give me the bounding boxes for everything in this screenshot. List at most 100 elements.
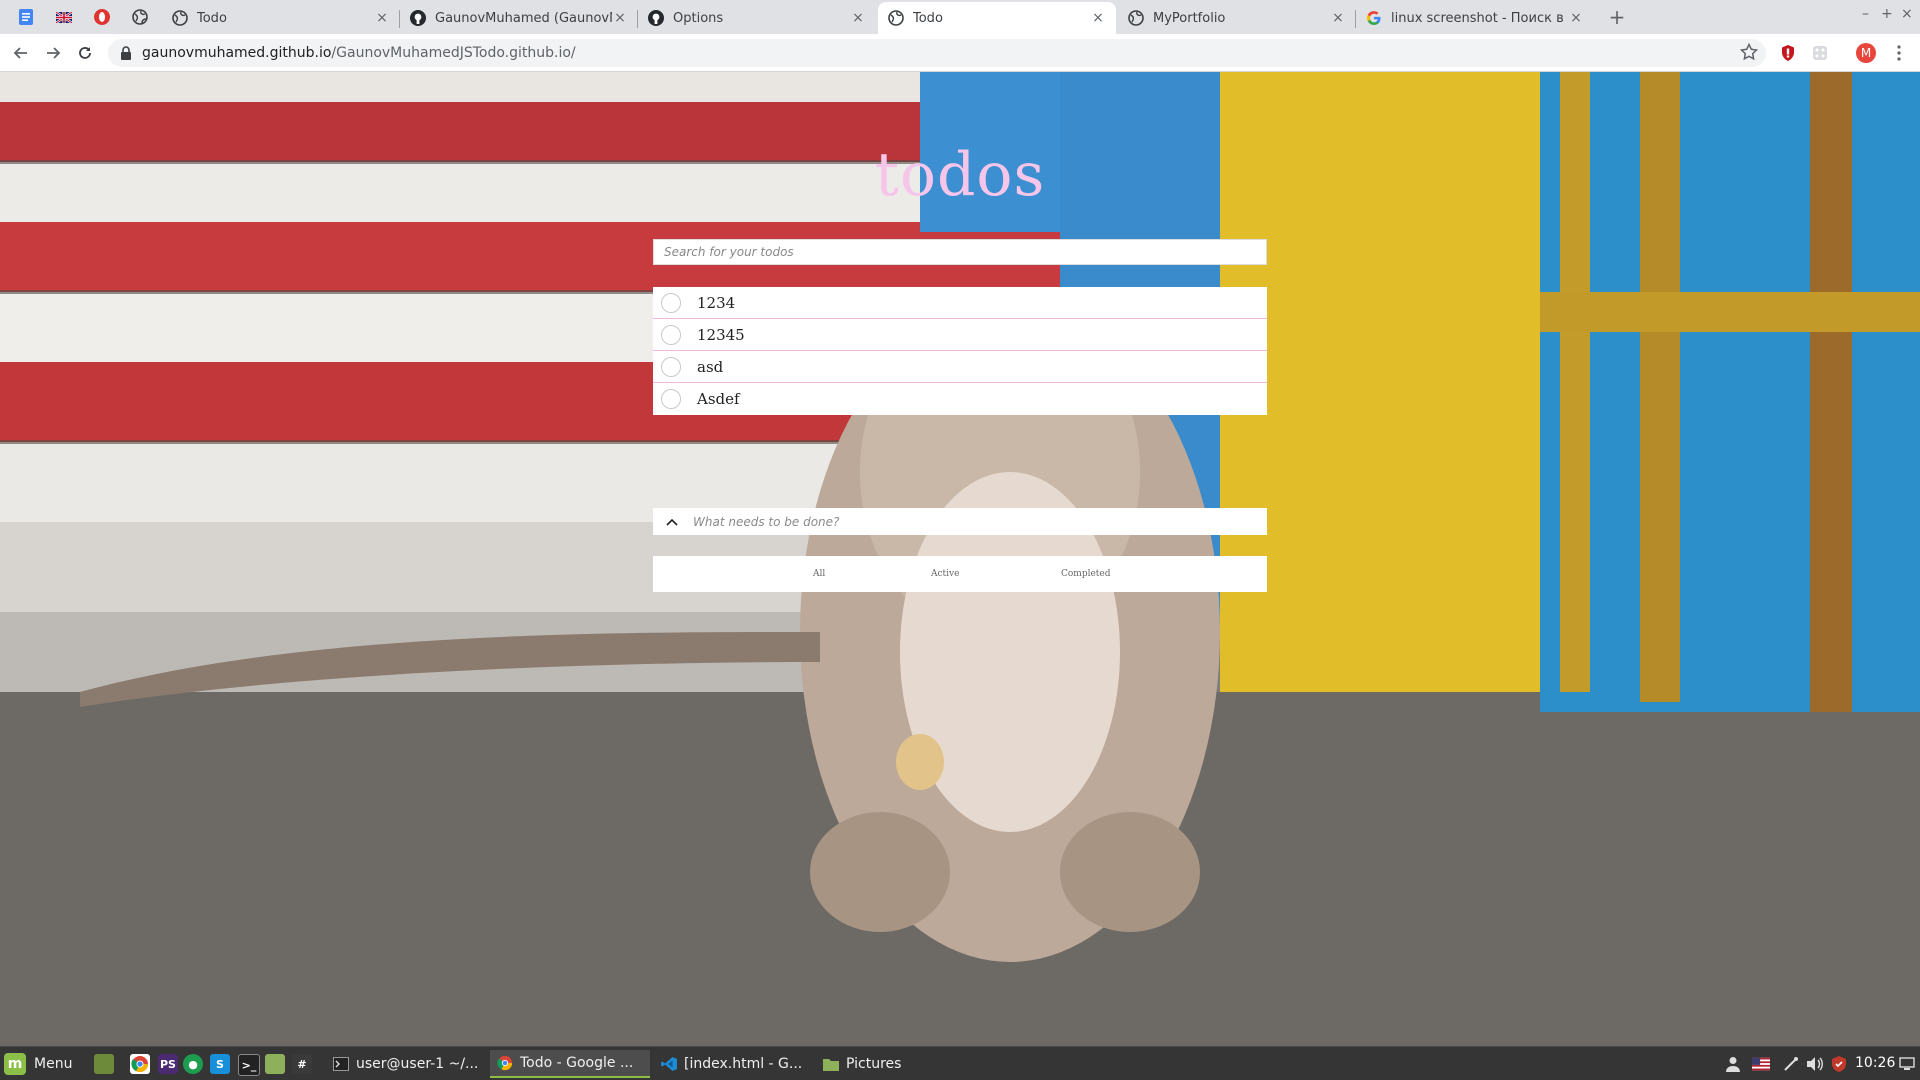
tab-todo-active[interactable]: Todo × [878, 2, 1116, 34]
menu-label: Menu [34, 1056, 73, 1072]
minimize-button[interactable]: – [1862, 6, 1869, 22]
todo-label[interactable]: asd [697, 358, 723, 376]
todo-item: 12345 [653, 319, 1267, 351]
close-tab-icon[interactable]: × [1090, 10, 1106, 26]
globe-icon [172, 10, 188, 26]
show-desktop-icon[interactable] [94, 1054, 114, 1074]
filter-bar: All Active Completed [653, 556, 1267, 592]
taskbar-window-title: Pictures [846, 1056, 902, 1072]
todo-label[interactable]: Asdef [697, 390, 740, 408]
user-icon[interactable] [1724, 1055, 1742, 1073]
new-tab-button[interactable]: + [1604, 4, 1630, 30]
us-flag-icon[interactable] [1752, 1055, 1770, 1073]
opera-icon [94, 9, 110, 25]
tab-title: MyPortfolio [1153, 10, 1226, 26]
phpstorm-icon[interactable]: PS [158, 1054, 178, 1074]
chrome-menu-button[interactable] [1888, 42, 1910, 64]
taskbar: m Menu PS ● S >_ # user@user-1 ~/... Tod… [0, 1046, 1920, 1080]
filter-completed[interactable]: Completed [1061, 569, 1111, 579]
taskbar-window-terminal[interactable]: user@user-1 ~/... [326, 1050, 486, 1078]
forward-button[interactable] [42, 42, 64, 64]
files-icon[interactable] [265, 1054, 285, 1074]
mint-logo-icon: m [4, 1053, 26, 1075]
bookmark-star-button[interactable] [1739, 42, 1759, 65]
close-tab-icon[interactable]: × [612, 10, 628, 26]
clock: 10:26 [1855, 1055, 1896, 1071]
close-tab-icon[interactable]: × [1568, 10, 1584, 26]
network-icon[interactable] [1782, 1055, 1800, 1073]
screen: Todo × GaunovMuhamed (GaunovMuh × Option… [0, 0, 1920, 1080]
shield-icon [1782, 45, 1794, 61]
slack-icon[interactable]: # [292, 1054, 312, 1074]
close-window-button[interactable]: × [1901, 6, 1913, 22]
filter-active[interactable]: Active [931, 569, 959, 579]
chrome-icon [496, 1054, 514, 1072]
show-desktop-icon[interactable] [1898, 1055, 1916, 1073]
todo-checkbox[interactable] [661, 389, 681, 409]
chevron-up-icon [666, 518, 678, 526]
close-tab-icon[interactable]: × [374, 10, 390, 26]
todo-list: 1234 12345 asd Asdef [653, 287, 1267, 415]
volume-icon[interactable] [1806, 1055, 1824, 1073]
taskbar-window-pictures[interactable]: Pictures [816, 1050, 946, 1078]
tab-myportfolio[interactable]: MyPortfolio × [1118, 2, 1356, 34]
close-tab-icon[interactable]: × [1330, 10, 1346, 26]
address-bar[interactable]: gaunovmuhamed.github.io/GaunovMuhamedJST… [108, 39, 1766, 67]
toggle-all-button[interactable] [653, 518, 691, 526]
maximize-button[interactable]: + [1881, 6, 1893, 22]
search-box [653, 239, 1267, 265]
google-icon [1366, 10, 1382, 26]
start-menu-button[interactable]: m Menu [4, 1051, 72, 1077]
search-input[interactable] [654, 240, 1266, 264]
new-todo-row [653, 507, 1267, 536]
extension-ublock[interactable] [1777, 42, 1799, 64]
folder-icon [822, 1055, 840, 1073]
extension-grid[interactable] [1809, 42, 1831, 64]
web-page: todos 1234 12345 asd Asdef [0, 72, 1920, 1046]
pinned-tab-opera[interactable] [82, 2, 122, 32]
shield-icon[interactable] [1830, 1055, 1848, 1073]
tab-github-profile[interactable]: GaunovMuhamed (GaunovMuh × [400, 2, 638, 34]
back-button[interactable] [10, 42, 32, 64]
tab-title: Options [673, 10, 724, 26]
reload-button[interactable] [74, 42, 96, 64]
url-path: /GaunovMuhamedJSTodo.github.io/ [331, 45, 576, 61]
chrome-icon[interactable] [130, 1054, 150, 1074]
uk-flag-icon [56, 11, 72, 23]
pinned-tab-globe[interactable] [120, 2, 160, 32]
terminal-icon[interactable]: >_ [238, 1054, 260, 1076]
mongodb-icon[interactable]: ● [183, 1054, 203, 1074]
star-icon [1739, 42, 1759, 61]
lock-icon [121, 46, 131, 60]
taskbar-window-title: user@user-1 ~/... [356, 1056, 479, 1072]
vscode-icon [660, 1055, 678, 1073]
avatar: M [1856, 43, 1876, 63]
todo-label[interactable]: 12345 [697, 326, 745, 344]
taskbar-window-vscode[interactable]: [index.html - G... [654, 1050, 814, 1078]
tab-strip: Todo × GaunovMuhamed (GaunovMuh × Option… [0, 0, 1920, 34]
extension-icon [1813, 46, 1827, 60]
tab-title: linux screenshot - Поиск в Goo [1391, 10, 1568, 26]
profile-button[interactable]: M [1855, 42, 1877, 64]
tab-google-search[interactable]: linux screenshot - Поиск в Goo × [1356, 2, 1594, 34]
todo-checkbox[interactable] [661, 356, 681, 377]
globe-icon [888, 10, 904, 26]
tab-todo-1[interactable]: Todo × [162, 2, 400, 34]
new-todo-input[interactable] [691, 507, 1267, 536]
filter-all[interactable]: All [813, 569, 825, 579]
tab-title: Todo [913, 10, 943, 26]
pinned-tab-uk[interactable] [44, 2, 84, 32]
taskbar-window-chrome[interactable]: Todo - Google ... [490, 1050, 650, 1078]
reload-icon [79, 47, 91, 59]
close-tab-icon[interactable]: × [850, 10, 866, 26]
docs-icon [19, 9, 33, 25]
pinned-tab-docs[interactable] [6, 2, 46, 32]
todo-checkbox[interactable] [661, 324, 681, 345]
arrow-left-icon [13, 47, 27, 59]
todo-label[interactable]: 1234 [697, 294, 735, 312]
todo-checkbox[interactable] [661, 292, 681, 313]
github-icon [648, 10, 664, 26]
todo-item: 1234 [653, 287, 1267, 319]
skype-icon[interactable]: S [210, 1054, 230, 1074]
tab-options[interactable]: Options × [638, 2, 876, 34]
